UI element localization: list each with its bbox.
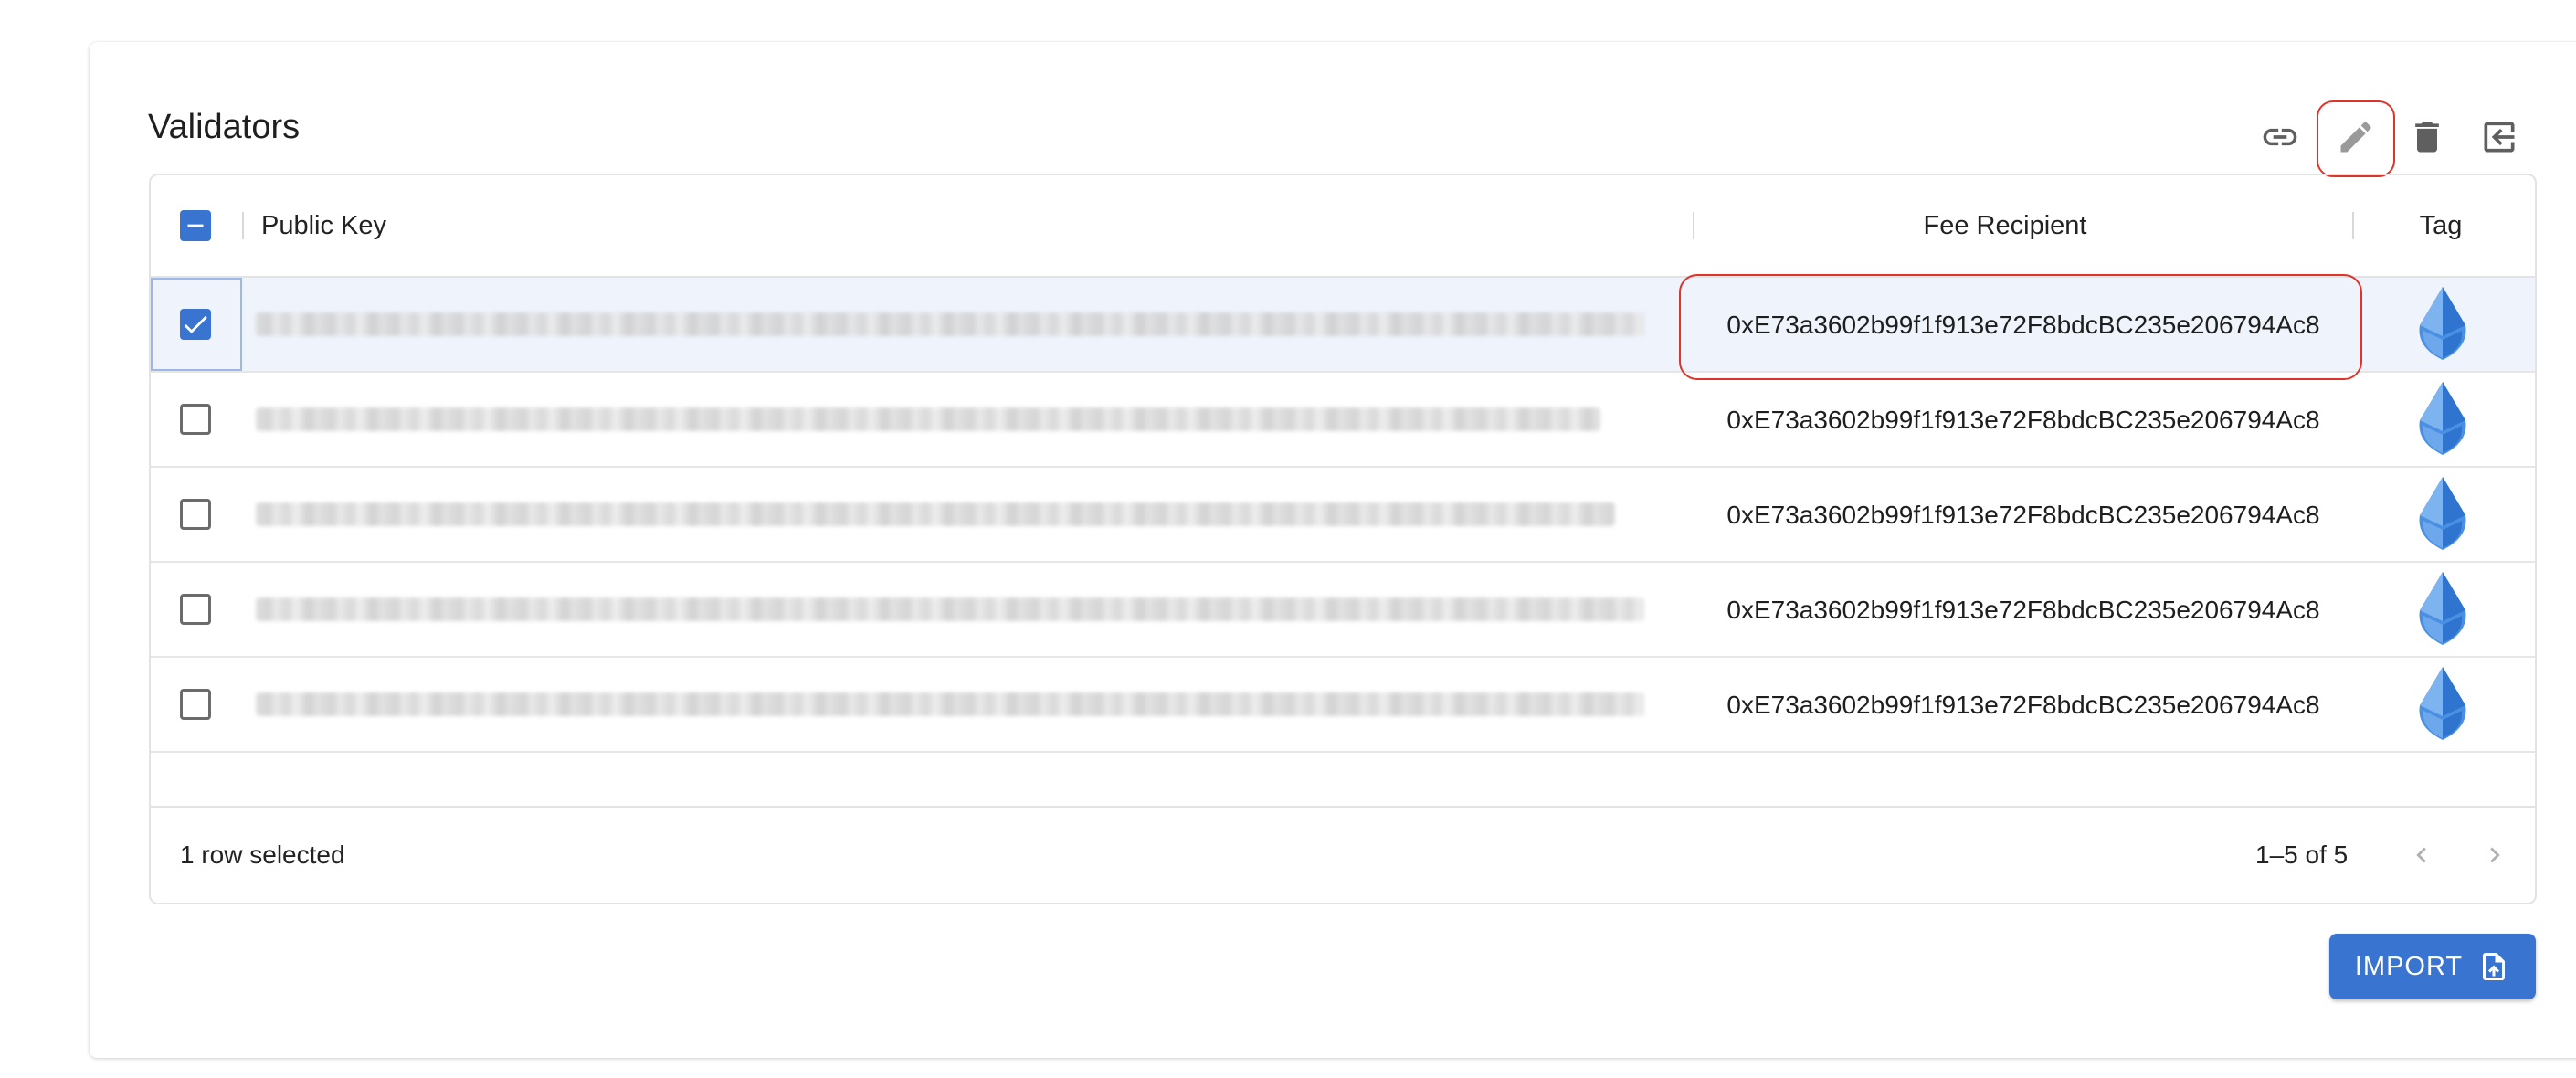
table-footer: 1 row selected 1–5 of 5 — [151, 806, 2535, 903]
ethereum-drop-icon — [2419, 287, 2466, 360]
row-checkbox[interactable] — [180, 404, 211, 435]
delete-icon[interactable] — [2398, 108, 2456, 166]
fee-recipient-highlight — [1679, 274, 2362, 380]
exit-icon[interactable] — [2470, 108, 2528, 166]
import-button-label: IMPORT — [2354, 951, 2464, 981]
table-header: Public Key Fee Recipient Tag — [151, 175, 2535, 278]
file-upload-icon — [2483, 953, 2506, 980]
table-row[interactable]: 0xE73a3602b99f1f913e72F8bdcBC235e206794A… — [151, 563, 2535, 658]
next-page-button[interactable] — [2473, 833, 2517, 877]
ethereum-drop-icon — [2419, 382, 2466, 455]
chevron-left-icon — [2416, 847, 2426, 863]
edit-highlight — [2317, 100, 2395, 177]
selected-row-count: 1 row selected — [180, 840, 345, 869]
chevron-right-icon — [2490, 847, 2500, 863]
ethereum-drop-icon — [2419, 572, 2466, 645]
ethereum-drop-icon — [2419, 667, 2466, 740]
column-separator — [242, 212, 244, 239]
table-row[interactable]: 0xE73a3602b99f1f913e72F8bdcBC235e206794A… — [151, 468, 2535, 563]
fee-recipient-cell: 0xE73a3602b99f1f913e72F8bdcBC235e206794A… — [1726, 691, 2320, 719]
table-row[interactable]: 0xE73a3602b99f1f913e72F8bdcBC235e206794A… — [151, 373, 2535, 468]
row-checkbox[interactable] — [180, 594, 211, 625]
fee-recipient-cell: 0xE73a3602b99f1f913e72F8bdcBC235e206794A… — [1726, 596, 2320, 624]
import-button[interactable]: IMPORT — [2329, 934, 2536, 999]
fee-recipient-cell: 0xE73a3602b99f1f913e72F8bdcBC235e206794A… — [1726, 501, 2320, 529]
ethereum-drop-icon — [2419, 477, 2466, 550]
column-header-tag[interactable]: Tag — [2354, 175, 2528, 276]
row-checkbox[interactable] — [180, 689, 211, 720]
fee-recipient-cell: 0xE73a3602b99f1f913e72F8bdcBC235e206794A… — [1726, 406, 2320, 434]
page-title: Validators — [148, 108, 301, 146]
public-key-redacted — [256, 597, 1644, 621]
public-key-redacted — [256, 692, 1644, 716]
select-all-checkbox[interactable] — [180, 210, 211, 241]
public-key-redacted — [256, 312, 1644, 336]
link-icon[interactable] — [2251, 108, 2309, 166]
table-row[interactable]: 0xE73a3602b99f1f913e72F8bdcBC235e206794A… — [151, 658, 2535, 753]
public-key-redacted — [256, 407, 1600, 431]
pagination-range: 1–5 of 5 — [2255, 840, 2349, 869]
row-checkbox[interactable] — [180, 309, 211, 340]
column-header-fee-recipient[interactable]: Fee Recipient — [1694, 175, 2316, 276]
column-header-public-key[interactable]: Public Key — [261, 175, 386, 276]
row-checkbox[interactable] — [180, 499, 211, 530]
public-key-redacted — [256, 502, 1615, 526]
previous-page-button[interactable] — [2400, 833, 2444, 877]
